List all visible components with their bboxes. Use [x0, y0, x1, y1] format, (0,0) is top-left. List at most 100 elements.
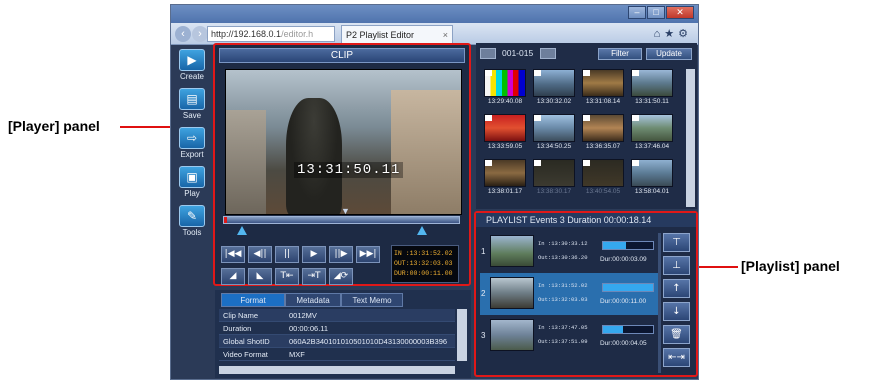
clip-thumbnail[interactable]: 13:33:59.05 [484, 114, 526, 152]
item-out: Out:13:30:36.20 [538, 254, 588, 261]
move-down-button[interactable]: ↓ [663, 302, 690, 321]
clip-thumbnail[interactable]: 13:38:30.17 [533, 159, 575, 197]
thumbnail-image [484, 69, 526, 97]
in-point-marker[interactable] [237, 226, 247, 235]
clip-thumbnail[interactable]: 13:31:50.11 [631, 69, 673, 107]
tools-button[interactable]: ✎ Tools [174, 205, 210, 243]
tools-icon: ✎ [179, 205, 205, 227]
set-in-button[interactable]: ◢ [221, 268, 245, 285]
export-button[interactable]: ⇨ Export [174, 127, 210, 165]
tab-metadata[interactable]: Metadata [285, 293, 341, 307]
minimize-button[interactable]: – [628, 6, 646, 19]
save-button[interactable]: ▤ Save [174, 88, 210, 126]
set-out-button[interactable]: ◣ [248, 268, 272, 285]
forward-icon[interactable]: › [192, 26, 208, 42]
thumbnail-image [533, 159, 575, 187]
clip-thumbnail[interactable]: 13:30:32.02 [533, 69, 575, 107]
clip-badge-icon [485, 160, 492, 166]
create-button[interactable]: ▶ Create [174, 49, 210, 87]
timecode-display: IN :13:31:52.02 OUT:13:32:03.03 DUR:00:0… [391, 245, 459, 283]
video-background-building-right [391, 90, 461, 214]
step-back-button[interactable]: ◀|| [248, 246, 272, 263]
close-window-button[interactable]: ✕ [666, 6, 694, 19]
row-value: 00:00:06.11 [289, 324, 329, 333]
trim-out-button[interactable]: ⇥T [302, 268, 326, 285]
maximize-button[interactable]: □ [647, 6, 665, 19]
move-top-button[interactable]: ⊤ [663, 233, 690, 252]
item-duration: Dur:00:00:11.00 [600, 298, 647, 305]
clip-badge-icon [485, 70, 492, 76]
prev-page-button[interactable] [480, 48, 496, 59]
tab-close-icon[interactable]: × [443, 26, 448, 44]
item-duration-bar [602, 241, 654, 250]
tab-p2-playlist-editor[interactable]: P2 Playlist Editor × [341, 25, 453, 45]
row-key: Video Format [223, 350, 268, 359]
item-number: 1 [481, 247, 486, 256]
video-statue [286, 98, 342, 214]
playhead-marker-icon[interactable]: ▼ [341, 206, 350, 216]
playlist-item[interactable]: 3 In :13:37:47.05 Out:13:37:51.09 Dur:00… [480, 315, 658, 357]
out-point-marker[interactable] [417, 226, 427, 235]
settings-gear-icon[interactable]: ⚙ [678, 28, 692, 40]
video-preview[interactable]: 13:31:50.11 [225, 69, 462, 215]
clip-thumbnail[interactable]: 13:38:01.17 [484, 159, 526, 197]
metadata-vertical-scrollbar[interactable] [457, 309, 467, 361]
row-key: Global ShotID [223, 337, 270, 346]
item-duration-bar-fill [603, 242, 626, 249]
split-button[interactable]: ⇤⇥ [663, 348, 690, 367]
playlist-scrollbar[interactable] [658, 233, 661, 373]
table-row: Video Format MXF [219, 348, 455, 361]
item-duration-bar [602, 283, 654, 292]
row-key: Duration [223, 324, 252, 333]
edit-controls: ◢ ◣ T⇤ ⇥T ◢⟳ [221, 268, 353, 285]
home-icon[interactable]: ⌂ [654, 28, 665, 40]
metadata-horizontal-scrollbar[interactable] [219, 366, 455, 374]
clip-thumbnail[interactable]: 13:37:46.04 [631, 114, 673, 152]
step-forward-button[interactable]: ||▶ [329, 246, 353, 263]
move-bottom-button[interactable]: ⊥ [663, 256, 690, 275]
item-out: Out:13:32:03.03 [538, 296, 588, 303]
clip-thumbnail[interactable]: 13:29:40.08 [484, 69, 526, 107]
pause-button[interactable]: || [275, 246, 299, 263]
playlist-item-selected[interactable]: 2 In :13:31:52.02 Out:13:32:03.03 Dur:00… [480, 273, 658, 315]
skip-start-button[interactable]: |◀◀ [221, 246, 245, 263]
clip-badge-icon [534, 70, 541, 76]
delete-button[interactable]: 🗑 [663, 325, 690, 344]
clip-badge-icon [583, 115, 590, 121]
next-page-button[interactable] [540, 48, 556, 59]
move-up-button[interactable]: ↑ [663, 279, 690, 298]
video-timecode: 13:31:50.11 [294, 162, 404, 178]
item-in: In :13:37:47.05 [538, 324, 588, 331]
play-button[interactable]: ▣ Play [174, 166, 210, 204]
thumbnail-timecode: 13:33:59.05 [487, 143, 523, 150]
address-suffix: /editor.h [281, 29, 314, 39]
tab-text-memo[interactable]: Text Memo [341, 293, 403, 307]
skip-end-button[interactable]: ▶▶| [356, 246, 380, 263]
filter-button[interactable]: Filter [598, 48, 642, 60]
update-button[interactable]: Update [646, 48, 692, 60]
thumbnail-image [484, 159, 526, 187]
clip-thumbnail[interactable]: 13:31:08.14 [582, 69, 624, 107]
back-icon[interactable]: ‹ [175, 26, 191, 42]
thumbnail-image [582, 69, 624, 97]
trim-in-button[interactable]: T⇤ [275, 268, 299, 285]
address-bar[interactable]: http://192.168.0.1/editor.h [207, 26, 335, 42]
playlist-callout-line [698, 266, 738, 268]
clip-thumbnail[interactable]: 13:34:50.25 [533, 114, 575, 152]
tab-format[interactable]: Format [221, 293, 285, 307]
playlist-item[interactable]: 1 In :13:30:33.12 Out:13:30:36.20 Dur:00… [480, 231, 658, 273]
play-video-button[interactable]: ▶ [302, 246, 326, 263]
item-thumbnail [490, 277, 534, 309]
clip-badge-icon [632, 70, 639, 76]
clip-thumbnail[interactable]: 13:58:04.01 [631, 159, 673, 197]
timeline-bar[interactable] [223, 216, 460, 224]
thumbnail-image [631, 114, 673, 142]
row-key: Clip Name [223, 311, 259, 320]
clip-title-bar: CLIP [219, 48, 465, 63]
thumbnail-image [484, 114, 526, 142]
clip-thumbnail[interactable]: 13:36:35.07 [582, 114, 624, 152]
favorites-icon[interactable]: ★ [664, 28, 678, 40]
reset-marks-button[interactable]: ◢⟳ [329, 268, 353, 285]
thumbnail-scrollbar[interactable] [686, 69, 695, 207]
clip-thumbnail[interactable]: 13:40:54.05 [582, 159, 624, 197]
